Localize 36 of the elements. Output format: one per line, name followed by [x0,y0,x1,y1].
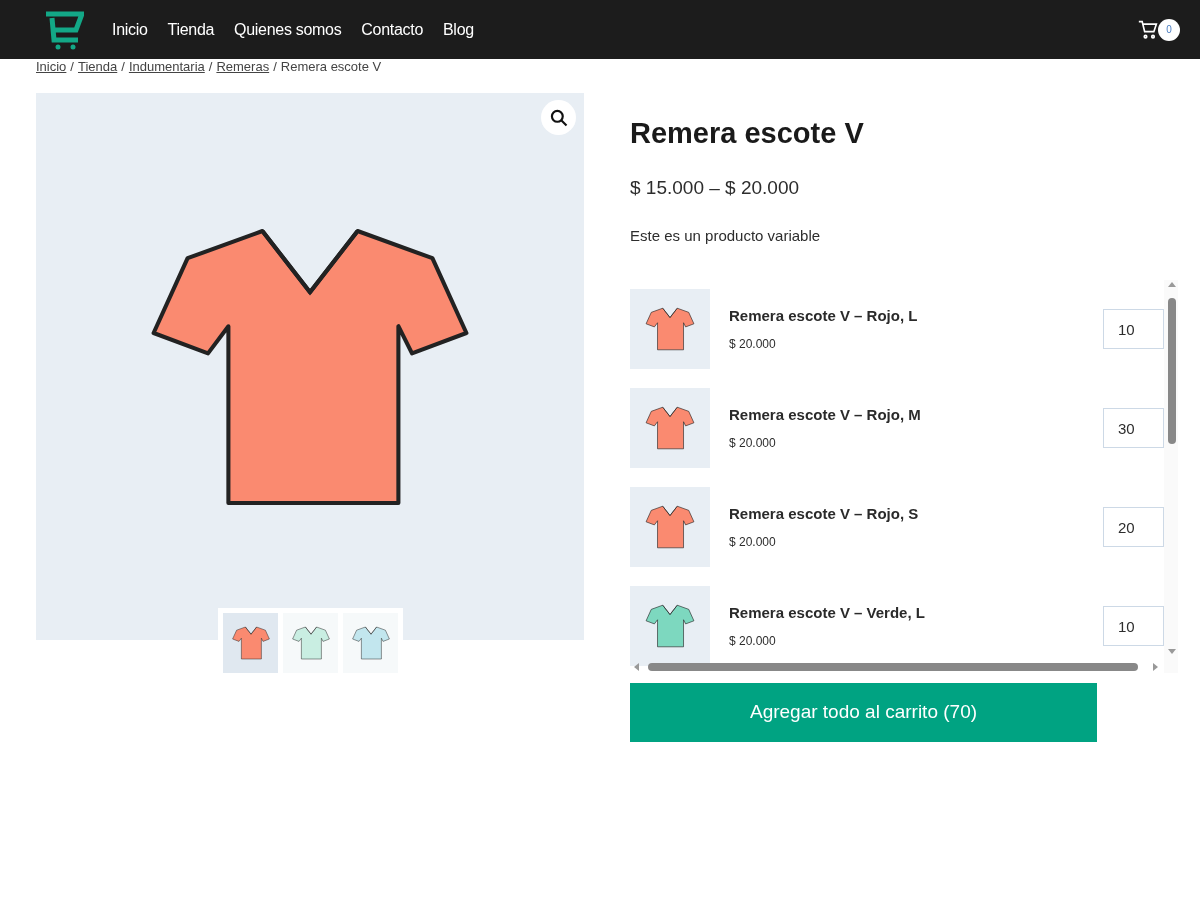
nav-link[interactable]: Blog [443,17,474,42]
quantity-field[interactable]: 30 [1103,408,1164,448]
breadcrumb-link[interactable]: Inicio [36,59,67,74]
quantity-field[interactable]: 10 [1103,606,1164,646]
nav-link[interactable]: Contacto [361,17,423,42]
variant-name: Remera escote V – Rojo, M [729,404,921,425]
thumbnail[interactable] [223,613,278,673]
breadcrumb-link[interactable]: Indumentaria [128,59,205,74]
cart-count-badge: 0 [1158,18,1180,41]
price-range: $ 15.000 – $ 20.000 [630,176,801,200]
variant-price: $ 20.000 [729,633,777,651]
breadcrumb-separator: / [273,59,277,74]
breadcrumb-separator: / [208,59,213,74]
variant-name: Remera escote V – Rojo, S [729,503,919,524]
breadcrumb-separator: / [70,59,74,74]
breadcrumb-link[interactable]: Remeras [216,59,270,74]
variant-price: $ 20.000 [729,534,777,552]
nav-link[interactable]: Tienda [167,17,215,42]
thumbnail[interactable] [343,613,398,673]
cart-logo-icon[interactable] [44,9,84,50]
breadcrumb-link[interactable]: Tienda [78,59,118,74]
breadcrumb-current: Remera escote V [280,59,382,74]
variant-price: $ 20.000 [729,336,777,354]
variant-price: $ 20.000 [729,435,777,453]
variant-name: Remera escote V – Rojo, L [729,305,918,326]
breadcrumb-separator: / [121,59,125,74]
variant-name: Remera escote V – Verde, L [729,602,925,623]
quantity-field[interactable]: 10 [1103,309,1164,349]
thumbnail[interactable] [283,613,338,673]
product-description: Este es un producto variable [630,226,822,246]
quantity-field[interactable]: 20 [1103,507,1164,547]
nav-link[interactable]: Quienes somos [234,17,342,42]
cart-icon[interactable] [1138,19,1158,40]
product-title: Remera escote V [630,116,865,151]
search-icon [548,107,569,128]
nav-link[interactable]: Inicio [112,17,148,42]
